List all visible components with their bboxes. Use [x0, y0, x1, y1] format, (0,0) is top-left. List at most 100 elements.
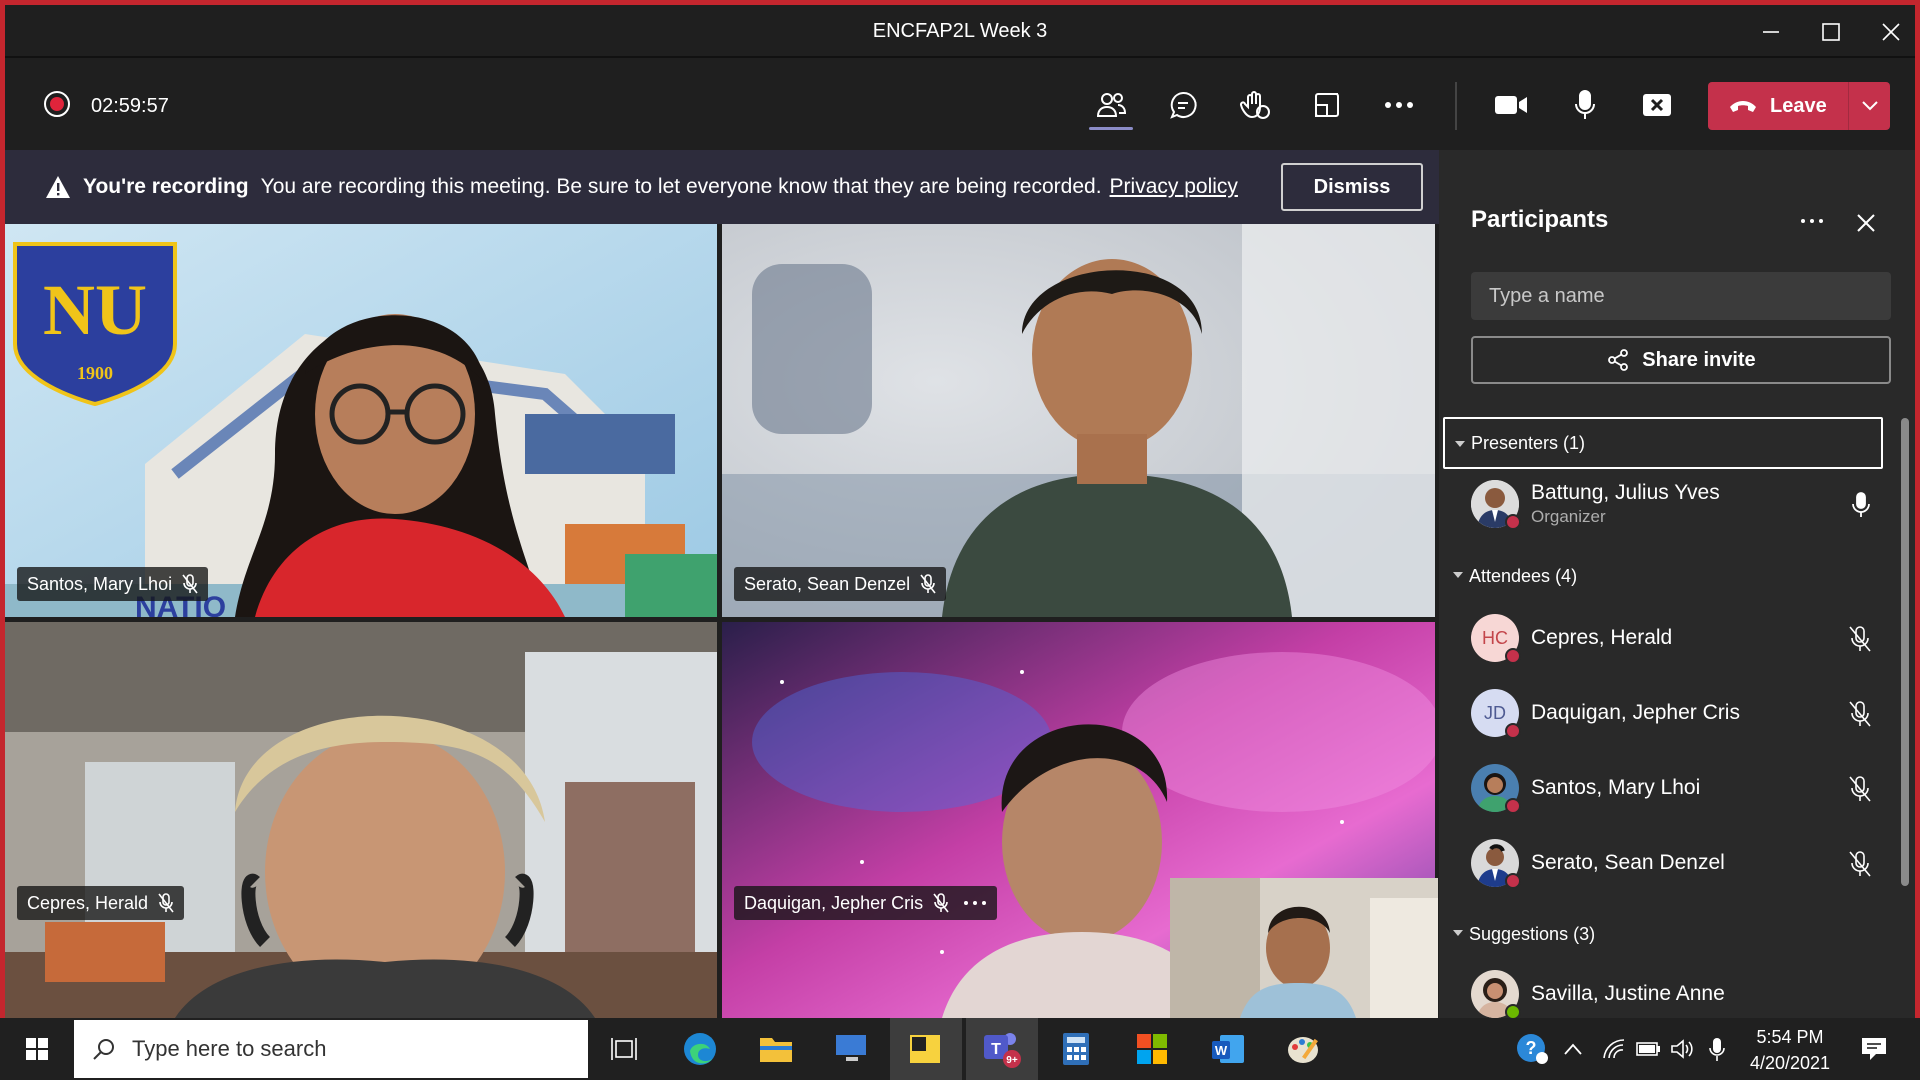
show-participants-button[interactable] [1083, 80, 1139, 130]
maximize-icon [1822, 23, 1840, 41]
taskbar-sticky-notes[interactable] [890, 1018, 962, 1080]
search-icon [93, 1039, 114, 1060]
participant-row[interactable]: HC Cepres, Herald [1471, 608, 1891, 668]
mic-off-icon [1849, 776, 1871, 802]
task-view-button[interactable] [600, 1018, 648, 1080]
participant-search-input[interactable] [1471, 272, 1891, 320]
attendees-section-header[interactable]: Attendees (4) [1443, 550, 1883, 602]
volume-button[interactable] [1664, 1018, 1700, 1080]
avatar: JD [1471, 689, 1521, 739]
leave-button[interactable]: Leave [1708, 82, 1890, 130]
video-tile-cepres[interactable]: Cepres, Herald [5, 622, 717, 1018]
mic-off-icon [1849, 626, 1871, 652]
close-panel-icon[interactable] [1851, 208, 1881, 238]
video-tile-serato[interactable]: Serato, Sean Denzel [722, 224, 1435, 617]
microphone-tray-button[interactable] [1700, 1018, 1734, 1080]
more-options-icon[interactable] [1797, 206, 1827, 236]
taskbar-remote-desktop[interactable] [828, 1018, 876, 1080]
monitor-icon [836, 1035, 866, 1061]
taskbar-search-placeholder: Type here to search [132, 1036, 327, 1061]
word-icon: W [1212, 1035, 1244, 1063]
mic-off-icon [920, 574, 936, 594]
taskbar-search-box[interactable]: Type here to search [74, 1020, 588, 1078]
maximize-button[interactable] [1801, 13, 1861, 51]
suggestions-label: Suggestions (3) [1469, 923, 1596, 944]
school-logo-year: 1900 [77, 363, 113, 383]
leave-options-button[interactable] [1848, 82, 1890, 130]
taskbar-calculator[interactable] [1052, 1018, 1100, 1080]
participant-name-tag: Serato, Sean Denzel [734, 567, 947, 601]
start-button[interactable] [10, 1018, 64, 1080]
avatar [1471, 764, 1521, 814]
presence-busy-badge [1505, 514, 1521, 530]
warning-icon [46, 176, 70, 198]
help-icon[interactable]: ? [1508, 1018, 1556, 1080]
help-icon-glyph: ? [1517, 1034, 1548, 1064]
action-center-button[interactable] [1848, 1018, 1900, 1080]
avatar-initials: JD [1484, 702, 1506, 723]
video-feed [5, 622, 717, 1018]
battery-button[interactable] [1630, 1018, 1666, 1080]
privacy-policy-link[interactable]: Privacy policy [1110, 175, 1238, 199]
taskbar-teams[interactable]: T 9+ [966, 1018, 1038, 1080]
chevron-down-icon [1453, 572, 1463, 578]
minimize-button[interactable] [1741, 13, 1801, 51]
taskbar-paint[interactable] [1280, 1018, 1328, 1080]
microphone-icon [1709, 1038, 1725, 1061]
participant-row[interactable]: Serato, Sean Denzel [1471, 833, 1891, 893]
teams-notification-badge: 9+ [1006, 1055, 1018, 1066]
meeting-toolbar: 02:59:57 Leave [5, 60, 1915, 150]
school-logo-text: NU [43, 270, 147, 350]
video-tile-santos[interactable]: NU 1900 NATIO Santos, Mary Lhoi [5, 224, 717, 617]
share-icon [1608, 349, 1629, 371]
reactions-button[interactable] [1227, 80, 1283, 130]
participant-row[interactable]: Savilla, Justine Anne [1471, 964, 1891, 1024]
avatar [1471, 480, 1521, 530]
chat-icon [1170, 91, 1197, 119]
taskbar-edge[interactable] [676, 1018, 724, 1080]
taskbar-clock[interactable]: 5:54 PM 4/20/2021 [1740, 1024, 1840, 1076]
dismiss-button[interactable]: Dismiss [1281, 163, 1423, 211]
more-actions-button[interactable] [1371, 80, 1427, 130]
breakout-rooms-button[interactable] [1299, 80, 1355, 130]
close-window-button[interactable] [1861, 13, 1920, 51]
network-button[interactable] [1596, 1018, 1632, 1080]
participant-row[interactable]: Battung, Julius Yves Organizer [1471, 474, 1891, 534]
taskbar-store[interactable] [1128, 1018, 1176, 1080]
participant-name-tag: Cepres, Herald [17, 886, 185, 920]
participants-title: Participants [1471, 206, 1609, 233]
presence-busy-badge [1505, 873, 1521, 889]
participant-name: Daquigan, Jepher Cris [1531, 701, 1740, 724]
minimize-icon [1763, 31, 1779, 33]
panel-scrollbar[interactable] [1901, 418, 1909, 886]
presenters-section-header[interactable]: Presenters (1) [1443, 417, 1883, 469]
taskbar-file-explorer[interactable] [752, 1018, 800, 1080]
svg-text:W: W [1215, 1043, 1228, 1058]
participant-role: Organizer [1531, 507, 1606, 526]
meeting-timer: 02:59:57 [91, 95, 169, 117]
mic-off-icon [182, 574, 198, 594]
participant-row[interactable]: Santos, Mary Lhoi [1471, 758, 1891, 818]
participant-row[interactable]: JD Daquigan, Jepher Cris [1471, 683, 1891, 743]
show-conversation-button[interactable] [1155, 80, 1211, 130]
mic-off-icon [933, 893, 949, 913]
recording-heading: You're recording [83, 175, 249, 198]
self-video-preview[interactable] [1170, 878, 1438, 1018]
mic-off-icon [1849, 851, 1871, 877]
leave-main-button[interactable]: Leave [1708, 82, 1848, 130]
camera-button[interactable] [1483, 80, 1539, 130]
more-icon[interactable] [963, 900, 987, 906]
show-hidden-icons-button[interactable] [1558, 1018, 1588, 1080]
mic-button[interactable] [1557, 80, 1613, 130]
suggestions-section-header[interactable]: Suggestions (3) [1443, 908, 1883, 960]
paint-icon [1288, 1037, 1318, 1063]
presence-busy-badge [1505, 798, 1521, 814]
chevron-down-icon [1455, 441, 1465, 447]
taskbar-word[interactable]: W [1204, 1018, 1252, 1080]
people-icon [1096, 93, 1127, 117]
title-bar: ENCFAP2L Week 3 [5, 5, 1915, 58]
raise-hand-icon [1239, 91, 1270, 119]
participant-name: Serato, Sean Denzel [1531, 851, 1725, 874]
share-invite-button[interactable]: Share invite [1471, 336, 1891, 384]
share-content-button[interactable] [1629, 80, 1685, 130]
